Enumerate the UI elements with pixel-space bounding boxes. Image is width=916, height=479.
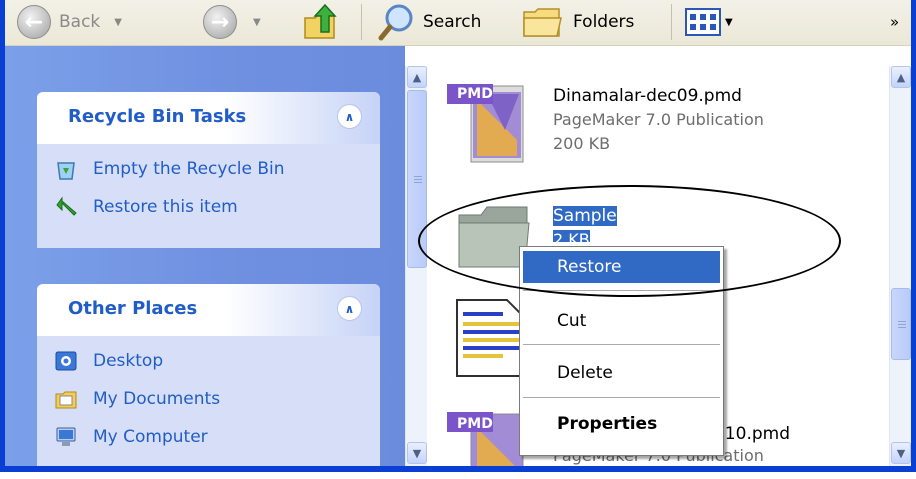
forward-dropdown-icon[interactable]: ▼ [253, 17, 261, 28]
back-label: Back [59, 12, 101, 32]
scroll-down-icon[interactable]: ▼ [891, 442, 911, 464]
panel-body: Desktop My Documents My Computer [37, 336, 380, 456]
file-size: 200 KB [553, 134, 611, 153]
back-button[interactable]: ← Back ▼ [17, 0, 122, 44]
back-dropdown-icon[interactable]: ▼ [114, 17, 122, 28]
search-button[interactable]: Search [377, 0, 481, 44]
place-label: My Documents [93, 389, 221, 409]
up-folder-button[interactable] [301, 0, 341, 44]
toolbar-chevron[interactable]: » [890, 0, 899, 44]
panel-title: Other Places [68, 298, 198, 319]
menu-item-cut[interactable]: Cut [523, 305, 720, 337]
panel-header[interactable]: Other Places ∧ [37, 284, 380, 336]
recycle-bin-tasks-panel: Recycle Bin Tasks ∧ Empty the Recycle Bi… [37, 92, 380, 248]
views-dropdown-icon[interactable]: ▼ [725, 17, 733, 28]
forward-button[interactable]: → ▼ [203, 0, 261, 44]
folders-icon [523, 8, 562, 37]
menu-separator [523, 397, 720, 398]
desktop-link[interactable]: Desktop [37, 342, 380, 380]
place-label: My Computer [93, 427, 208, 447]
up-folder-icon [304, 3, 337, 39]
scroll-thumb[interactable] [407, 90, 427, 268]
collapse-chevron-icon[interactable]: ∧ [337, 296, 362, 321]
menu-item-properties[interactable]: Properties [523, 408, 720, 440]
place-label: Desktop [93, 351, 164, 371]
task-label: Empty the Recycle Bin [93, 159, 285, 179]
views-button[interactable]: ▼ [685, 0, 733, 44]
menu-item-restore[interactable]: Restore [523, 251, 720, 283]
folders-button[interactable]: Folders [521, 0, 634, 44]
desktop-icon [51, 348, 81, 374]
menu-separator [523, 290, 720, 291]
window-scrollbar[interactable]: ▲ ▼ [889, 66, 911, 466]
menu-separator [523, 344, 720, 345]
panel-body: Empty the Recycle Bin Restore this item [37, 144, 380, 226]
empty-recycle-bin-icon [51, 156, 81, 182]
file-badge: PMD [457, 86, 493, 102]
scroll-up-icon[interactable]: ▲ [407, 66, 427, 88]
back-arrow-icon: ← [17, 5, 51, 39]
toolbar-separator [671, 4, 672, 40]
document-file-icon [456, 299, 526, 377]
empty-recycle-bin-link[interactable]: Empty the Recycle Bin [37, 150, 380, 188]
my-computer-link[interactable]: My Computer [37, 418, 380, 456]
task-label: Restore this item [93, 197, 238, 217]
inner-scrollbar[interactable]: ▲ ▼ [405, 66, 427, 466]
menu-item-delete[interactable]: Delete [523, 357, 720, 389]
file-badge: PMD [457, 416, 493, 432]
file-type: PageMaker 7.0 Publication [553, 110, 764, 129]
folders-label: Folders [573, 12, 635, 32]
my-documents-icon [51, 386, 81, 412]
file-name: Dinamalar-dec09.pmd [553, 86, 742, 106]
file-name: Sample [553, 206, 617, 226]
file-size: 2 KB [553, 230, 590, 242]
explorer-window: ← Back ▼ → ▼ Search Folders ▼ » Recycle … [0, 0, 916, 472]
search-label: Search [423, 12, 482, 32]
views-grid-icon [685, 8, 721, 36]
context-menu: Restore Cut Delete Properties [519, 246, 724, 456]
collapse-chevron-icon[interactable]: ∧ [337, 104, 362, 129]
toolbar-separator [361, 4, 362, 40]
panel-header[interactable]: Recycle Bin Tasks ∧ [37, 92, 380, 144]
task-pane: Recycle Bin Tasks ∧ Empty the Recycle Bi… [5, 46, 405, 466]
restore-item-icon [51, 194, 81, 220]
other-places-panel: Other Places ∧ Desktop My Documents My C… [37, 284, 380, 466]
search-icon [378, 4, 413, 41]
my-computer-icon [51, 424, 81, 450]
scroll-up-icon[interactable]: ▲ [891, 66, 911, 88]
forward-arrow-icon: → [203, 5, 237, 39]
toolbar: ← Back ▼ → ▼ Search Folders ▼ » [5, 0, 911, 46]
panel-title: Recycle Bin Tasks [68, 106, 247, 127]
restore-item-link[interactable]: Restore this item [37, 188, 380, 226]
scroll-thumb[interactable] [891, 288, 911, 360]
my-documents-link[interactable]: My Documents [37, 380, 380, 418]
scroll-down-icon[interactable]: ▼ [407, 442, 427, 464]
